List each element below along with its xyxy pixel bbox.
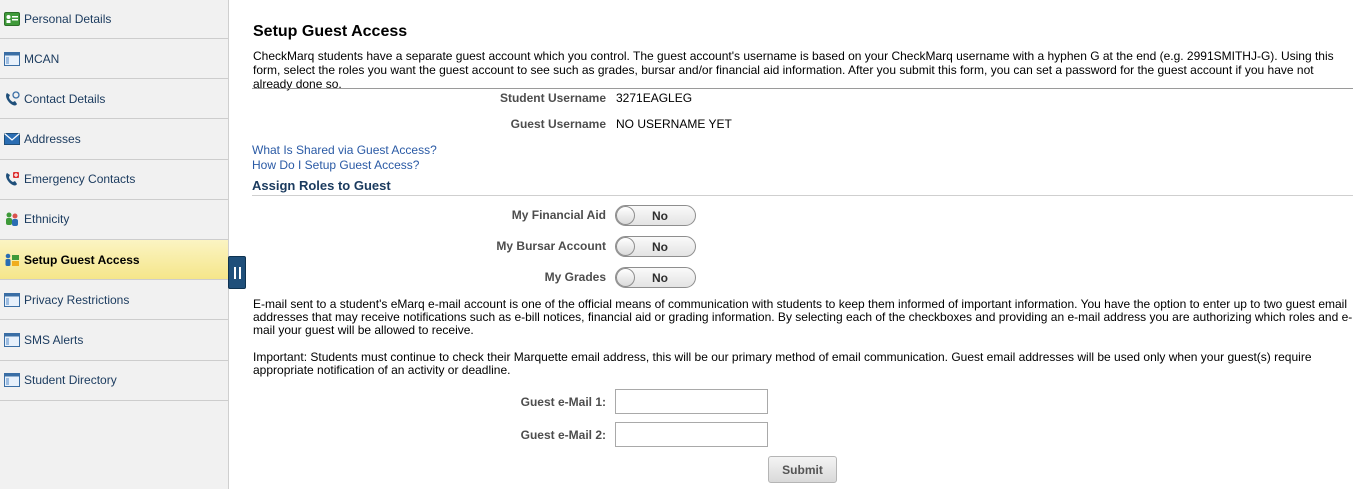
sidebar-item-label: MCAN [24,51,60,66]
role-row-bursar-account: My Bursar Account No [252,236,1352,258]
sidebar-item-ethnicity[interactable]: Ethnicity [0,200,228,240]
email-info-paragraph: E-mail sent to a student's eMarq e-mail … [253,297,1353,337]
role-label: My Grades [544,270,606,284]
bursar-account-toggle[interactable]: No [615,236,696,257]
emergency-phone-icon [3,171,20,187]
sidebar-item-label: SMS Alerts [24,332,84,347]
sidebar-item-sms-alerts[interactable]: SMS Alerts [0,320,228,361]
sidebar-nav: Personal Details MCAN Contact Details Ad… [0,0,229,489]
sidebar-item-label: Privacy Restrictions [24,292,130,307]
student-username-row: Student Username 3271EAGLEG [252,91,1352,107]
pause-bar-icon [238,266,241,279]
sidebar-item-label: Personal Details [24,12,112,26]
sidebar-item-emergency-contacts[interactable]: Emergency Contacts [0,160,228,200]
sidebar-item-addresses[interactable]: Addresses [0,119,228,160]
sidebar-item-label: Setup Guest Access [24,252,140,267]
guest-username-row: Guest Username NO USERNAME YET [252,117,1352,133]
sidebar-item-label: Contact Details [24,91,106,106]
divider [252,88,1353,89]
sidebar-item-student-directory[interactable]: Student Directory [0,361,228,401]
pause-bar-icon [233,266,236,279]
sidebar-item-label: Addresses [24,131,81,146]
toggle-state: No [652,209,668,223]
guest-email-1-row: Guest e-Mail 1: [252,389,1352,415]
sidebar-item-personal-details[interactable]: Personal Details [0,0,228,39]
divider [252,195,1353,196]
grades-toggle[interactable]: No [615,267,696,288]
sidebar-item-label: Emergency Contacts [24,172,136,187]
page-title: Setup Guest Access [253,23,408,40]
envelope-icon [3,131,20,147]
sidebar-item-privacy-restrictions[interactable]: Privacy Restrictions [0,280,228,321]
sidebar-collapse-handle[interactable] [228,256,246,289]
what-is-shared-link[interactable]: What Is Shared via Guest Access? [252,143,437,157]
guest-email-2-input[interactable] [615,422,768,447]
assign-roles-heading: Assign Roles to Guest [252,178,391,193]
sidebar-item-label: Ethnicity [24,212,70,227]
role-label: My Financial Aid [511,208,606,222]
toggle-knob [616,237,635,256]
guest-username-value: NO USERNAME YET [616,117,732,131]
student-username-value: 3271EAGLEG [616,91,693,105]
people-icon [3,211,20,227]
guest-email-2-label: Guest e-Mail 2: [520,428,606,442]
guest-email-1-input[interactable] [615,389,768,414]
id-card-icon [3,11,20,27]
role-label: My Bursar Account [496,239,606,253]
sidebar-item-label: Student Directory [24,373,117,388]
guest-access-icon [3,252,20,268]
window-icon [3,292,20,308]
guest-email-2-row: Guest e-Mail 2: [252,422,1352,448]
submit-button[interactable]: Submit [768,456,837,483]
important-paragraph: Important: Students must continue to che… [253,350,1312,377]
guest-username-label: Guest Username [510,117,606,131]
student-username-label: Student Username [499,91,606,105]
financial-aid-toggle[interactable]: No [615,205,696,226]
phone-icon [3,91,20,107]
toggle-knob [616,268,635,287]
role-row-financial-aid: My Financial Aid No [252,205,1352,227]
how-to-setup-link[interactable]: How Do I Setup Guest Access? [252,158,419,172]
window-icon [3,372,20,388]
toggle-knob [616,206,635,225]
sidebar-item-setup-guest-access[interactable]: Setup Guest Access [0,239,228,281]
window-icon [3,51,20,67]
toggle-state: No [652,240,668,254]
window-icon [3,332,20,348]
role-row-grades: My Grades No [252,267,1352,289]
guest-email-1-label: Guest e-Mail 1: [520,395,606,409]
sidebar-item-mcan[interactable]: MCAN [0,39,228,80]
toggle-state: No [652,271,668,285]
intro-text: CheckMarq students have a separate guest… [253,49,1334,91]
sidebar-item-contact-details[interactable]: Contact Details [0,79,228,120]
